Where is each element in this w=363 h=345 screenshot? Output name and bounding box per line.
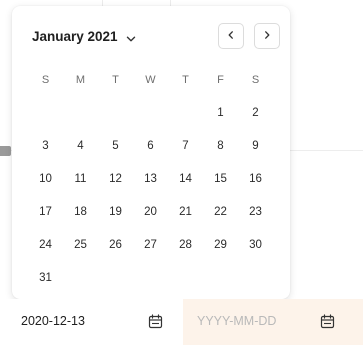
weekday-label: S bbox=[41, 73, 50, 86]
day-cell[interactable]: 31 bbox=[28, 272, 63, 284]
chevron-right-icon bbox=[262, 27, 272, 45]
calendar-icon[interactable] bbox=[320, 314, 335, 329]
day-cell[interactable]: 7 bbox=[168, 140, 203, 152]
day-cell[interactable]: 1 bbox=[203, 107, 238, 119]
calendar-grid: S M T W T F S 1 2 3 4 5 6 7 8 9 10 11 12… bbox=[28, 63, 273, 294]
day-cell[interactable]: 22 bbox=[203, 206, 238, 218]
day-cell[interactable]: 13 bbox=[133, 173, 168, 185]
start-date-value[interactable]: 2020-12-13 bbox=[21, 314, 85, 328]
day-cell[interactable]: 4 bbox=[63, 140, 98, 152]
day-cell[interactable]: 21 bbox=[168, 206, 203, 218]
day-cell[interactable]: 28 bbox=[168, 239, 203, 251]
week-row: 1 2 bbox=[28, 96, 273, 129]
weekday-label: W bbox=[145, 73, 156, 86]
day-cell[interactable]: 6 bbox=[133, 140, 168, 152]
side-scroll-handle[interactable] bbox=[0, 146, 11, 156]
day-cell[interactable]: 9 bbox=[238, 140, 273, 152]
chevron-down-icon bbox=[126, 31, 136, 42]
weekday-label: T bbox=[112, 73, 119, 86]
weekday-label: T bbox=[182, 73, 189, 86]
day-cell[interactable]: 5 bbox=[98, 140, 133, 152]
day-cell[interactable]: 26 bbox=[98, 239, 133, 251]
weekday-label: M bbox=[75, 73, 86, 86]
day-cell[interactable]: 8 bbox=[203, 140, 238, 152]
day-cell[interactable]: 30 bbox=[238, 239, 273, 251]
month-selector[interactable]: January 2021 bbox=[32, 24, 136, 48]
weekday-label: S bbox=[251, 73, 260, 86]
day-cell[interactable]: 11 bbox=[63, 173, 98, 185]
chevron-left-icon bbox=[226, 27, 236, 45]
end-date-field[interactable]: YYYY-MM-DD bbox=[183, 299, 363, 345]
day-cell[interactable]: 19 bbox=[98, 206, 133, 218]
next-month-button[interactable] bbox=[254, 23, 280, 49]
day-cell[interactable]: 12 bbox=[98, 173, 133, 185]
day-cell[interactable]: 2 bbox=[238, 107, 273, 119]
day-cell[interactable]: 16 bbox=[238, 173, 273, 185]
calendar-popover: January 2021 S M T W T F S 1 2 3 4 5 6 7… bbox=[12, 6, 290, 299]
week-row: 3 4 5 6 7 8 9 bbox=[28, 129, 273, 162]
weekday-header-row: S M T W T F S bbox=[28, 63, 273, 96]
previous-month-button[interactable] bbox=[218, 23, 244, 49]
week-row: 10 11 12 13 14 15 16 bbox=[28, 162, 273, 195]
date-range-picker-screen: January 2021 S M T W T F S 1 2 3 4 5 6 7… bbox=[0, 0, 363, 345]
day-cell[interactable]: 14 bbox=[168, 173, 203, 185]
week-row: 31 bbox=[28, 261, 273, 294]
date-range-input: 2020-12-13 YYYY-MM-DD bbox=[0, 299, 363, 345]
day-cell[interactable]: 10 bbox=[28, 173, 63, 185]
day-cell[interactable]: 18 bbox=[63, 206, 98, 218]
end-date-placeholder[interactable]: YYYY-MM-DD bbox=[197, 314, 276, 328]
day-cell[interactable]: 27 bbox=[133, 239, 168, 251]
day-cell[interactable]: 25 bbox=[63, 239, 98, 251]
day-cell[interactable]: 23 bbox=[238, 206, 273, 218]
day-cell[interactable]: 17 bbox=[28, 206, 63, 218]
day-cell[interactable]: 24 bbox=[28, 239, 63, 251]
week-row: 17 18 19 20 21 22 23 bbox=[28, 195, 273, 228]
calendar-icon[interactable] bbox=[148, 314, 163, 329]
week-row: 24 25 26 27 28 29 30 bbox=[28, 228, 273, 261]
day-cell[interactable]: 29 bbox=[203, 239, 238, 251]
day-cell[interactable]: 20 bbox=[133, 206, 168, 218]
day-cell[interactable]: 15 bbox=[203, 173, 238, 185]
day-cell[interactable]: 3 bbox=[28, 140, 63, 152]
month-label: January 2021 bbox=[32, 28, 118, 44]
start-date-field[interactable]: 2020-12-13 bbox=[0, 299, 183, 345]
weekday-label: F bbox=[217, 73, 224, 86]
